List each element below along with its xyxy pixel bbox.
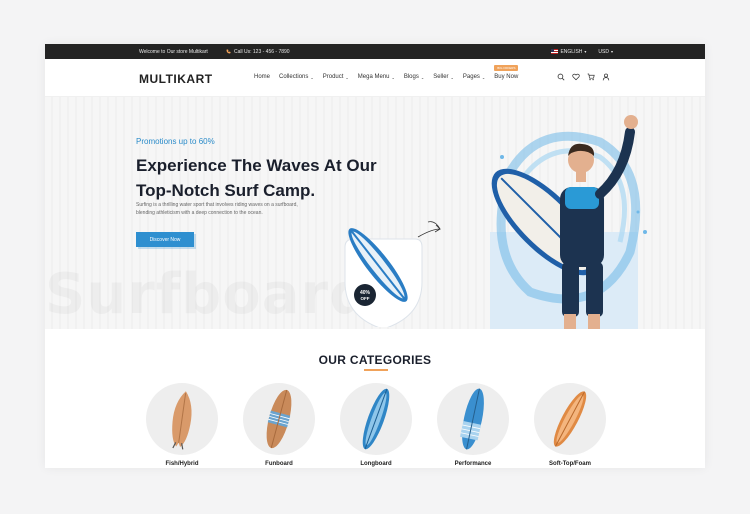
hero-promo: Promotions up to 60% bbox=[136, 137, 215, 146]
category-image bbox=[340, 383, 412, 455]
surfer-hand bbox=[624, 115, 638, 129]
surfer-leg bbox=[586, 262, 603, 317]
main-nav: Home Collections ⌄ Product ⌄ Mega Menu ⌄ Bl… bbox=[254, 65, 519, 80]
header-icons bbox=[557, 73, 610, 81]
surfboard-icon bbox=[553, 391, 587, 447]
category-performance[interactable]: Performance bbox=[437, 383, 509, 467]
wetsuit-panel bbox=[565, 187, 599, 209]
category-image bbox=[534, 383, 606, 455]
page-frame: Welcome to Our store Multikart Call Us: … bbox=[45, 44, 705, 468]
cart-icon[interactable] bbox=[587, 73, 595, 81]
hero-title-line: Top-Notch Surf Camp. bbox=[136, 181, 316, 200]
arrow-doodle-icon bbox=[427, 221, 441, 230]
category-soft-top-foam[interactable]: Soft-Top/Foam bbox=[534, 383, 606, 467]
chevron-down-icon: ▾ bbox=[610, 49, 613, 54]
water-drop bbox=[643, 230, 647, 234]
categories-title: OUR CATEGORIES bbox=[318, 353, 432, 367]
title-underline bbox=[364, 369, 388, 371]
surfer-shin bbox=[564, 314, 576, 329]
category-label: Fish/Hybrid bbox=[165, 461, 199, 467]
call-text: Call Us: 123 - 456 - 7890 bbox=[234, 48, 290, 55]
nav-item-blogs[interactable]: Blogs ⌄ bbox=[404, 74, 424, 80]
phone-icon bbox=[226, 49, 231, 54]
category-label: Soft-Top/Foam bbox=[549, 461, 591, 467]
category-image bbox=[437, 383, 509, 455]
category-image bbox=[146, 383, 218, 455]
nav-item-label: Blogs bbox=[403, 74, 419, 80]
nav-item-product[interactable]: Product ⌄ bbox=[323, 74, 349, 80]
offer-badge: BIG OFFERS bbox=[494, 65, 519, 71]
category-longboard[interactable]: Longboard bbox=[340, 383, 412, 467]
chevron-down-icon: ⌄ bbox=[345, 74, 349, 80]
nav-item-buy-now[interactable]: BIG OFFERS Buy Now bbox=[494, 65, 519, 80]
arrow-icon bbox=[417, 224, 441, 238]
search-icon[interactable] bbox=[557, 73, 565, 81]
water-drop bbox=[500, 155, 504, 159]
category-funboard[interactable]: Funboard bbox=[243, 383, 315, 467]
nav-item-label: Pages bbox=[462, 74, 480, 80]
hero-title: Experience The Waves At Our Top-Notch Su… bbox=[136, 153, 426, 203]
nav-item-label: Seller bbox=[433, 74, 449, 80]
discover-now-button[interactable]: Discover Now bbox=[136, 232, 194, 247]
chevron-down-icon: ⌄ bbox=[420, 74, 425, 80]
nav-item-pages[interactable]: Pages ⌄ bbox=[463, 74, 485, 80]
surfboard-icon bbox=[266, 389, 292, 449]
surfboard-icon bbox=[172, 391, 192, 450]
nav-item-mega-menu[interactable]: Mega Menu ⌄ bbox=[358, 74, 395, 80]
nav-item-collections[interactable]: Collections ⌄ bbox=[279, 74, 314, 80]
surfer-leg bbox=[562, 262, 579, 317]
currency-selector[interactable]: USD ▾ bbox=[598, 49, 613, 55]
logo[interactable]: MULTIKART bbox=[139, 72, 213, 86]
surfboard-icon bbox=[460, 388, 484, 450]
nav-item-label: Mega Menu bbox=[357, 74, 390, 80]
chevron-down-icon: ⌄ bbox=[391, 74, 395, 80]
chevron-down-icon: ⌄ bbox=[450, 74, 454, 80]
hero-banner: Surfboard Promotions up to 60% Experienc… bbox=[45, 97, 705, 329]
chevron-down-icon: ⌄ bbox=[310, 74, 314, 80]
chevron-down-icon: ⌄ bbox=[481, 74, 486, 80]
category-fish-hybrid[interactable]: Fish/Hybrid bbox=[146, 383, 218, 467]
nav-item-home[interactable]: Home bbox=[254, 74, 270, 80]
hero-title-line: Experience The Waves At Our bbox=[136, 156, 377, 175]
language-selector[interactable]: ENGLISH ▾ bbox=[551, 49, 586, 55]
user-icon[interactable] bbox=[602, 73, 610, 81]
nav-item-label: Collections bbox=[279, 74, 309, 80]
chevron-down-icon: ▾ bbox=[584, 49, 587, 54]
category-image bbox=[243, 383, 315, 455]
hero-desc-line: blending athleticism with a deep connect… bbox=[136, 210, 263, 216]
hero-ghost-text: Surfboard bbox=[45, 267, 370, 323]
main-header: MULTIKART Home Collections ⌄ Product ⌄ Meg… bbox=[45, 59, 705, 97]
nav-item-seller[interactable]: Seller ⌄ bbox=[433, 74, 454, 80]
nav-item-label: Product bbox=[322, 74, 344, 80]
discount-off: OFF bbox=[361, 296, 370, 301]
currency-label: USD bbox=[598, 48, 609, 55]
category-label: Performance bbox=[454, 461, 492, 467]
hero-desc-line: Surfing is a thrilling water sport that … bbox=[136, 202, 298, 208]
heart-icon[interactable] bbox=[572, 73, 580, 81]
surfer-shin bbox=[588, 314, 600, 329]
hero-surfer-image bbox=[490, 115, 647, 329]
surfboard-icon bbox=[362, 388, 390, 450]
water-drop bbox=[636, 210, 640, 214]
nav-item-label: Home bbox=[254, 74, 271, 80]
hero-product-image: 40% OFF bbox=[344, 221, 441, 327]
category-label: Funboard bbox=[265, 461, 293, 467]
nav-item-label: Buy Now bbox=[494, 74, 519, 80]
category-label: Longboard bbox=[360, 461, 392, 467]
welcome-text: Welcome to Our store Multikart bbox=[139, 48, 208, 55]
call-info: Call Us: 123 - 456 - 7890 bbox=[226, 49, 290, 55]
us-flag-icon bbox=[551, 49, 559, 54]
top-bar: Welcome to Our store Multikart Call Us: … bbox=[45, 44, 705, 59]
language-label: ENGLISH bbox=[560, 48, 583, 55]
hero-description: Surfing is a thrilling water sport that … bbox=[136, 201, 336, 217]
categories-list: Fish/Hybrid Funboard Longboard Performan… bbox=[146, 383, 606, 467]
